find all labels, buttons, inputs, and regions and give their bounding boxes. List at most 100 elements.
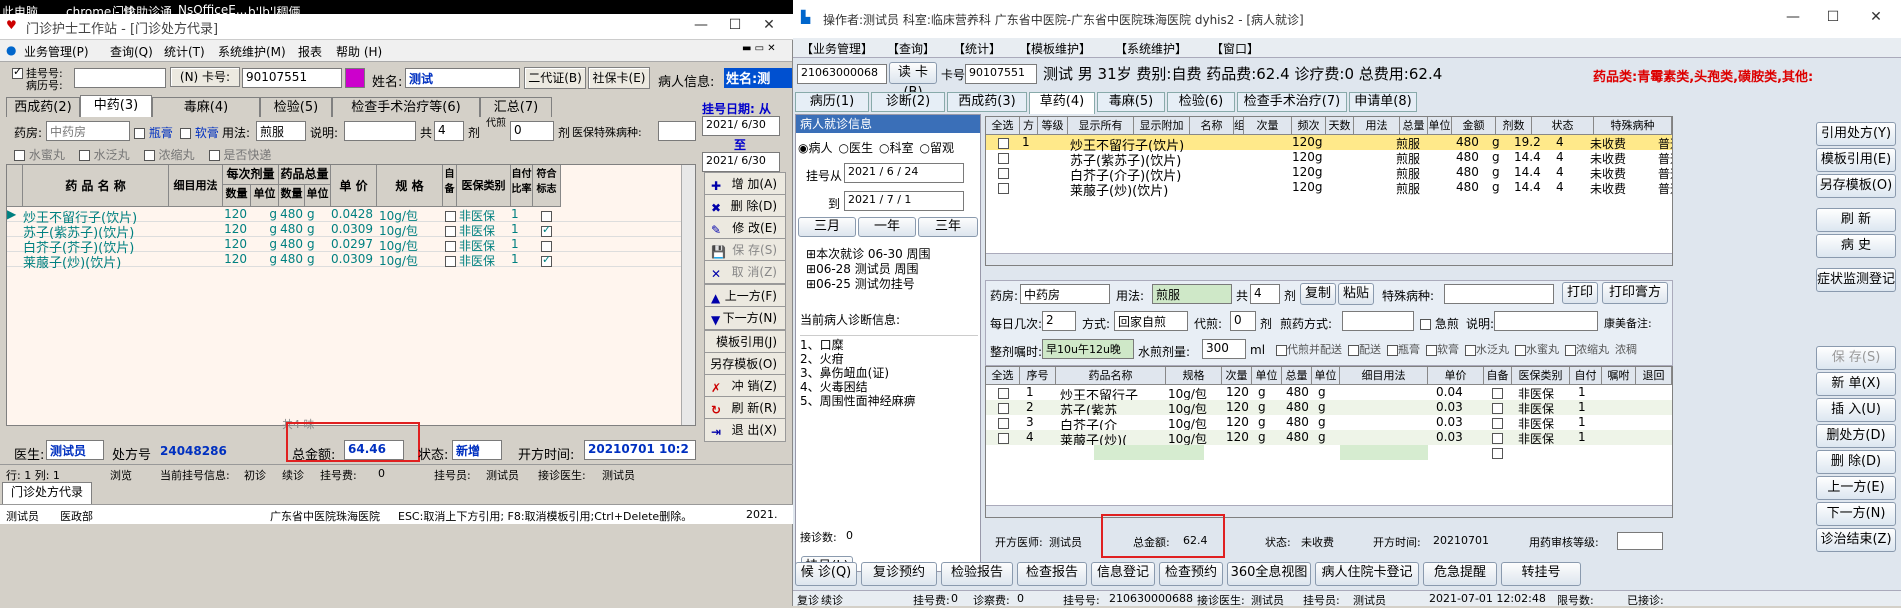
side-button-2[interactable]: 另存模板(O) (1816, 174, 1896, 198)
opt-concentrate[interactable]: 浓缩丸 (143, 146, 195, 163)
opt-water-pill[interactable]: 水泛丸 (78, 146, 130, 163)
flag-checkbox[interactable] (541, 253, 552, 268)
social-card-button[interactable]: 社保卡(E) (588, 67, 650, 89)
card-no-input[interactable]: 90107551 (242, 68, 342, 88)
id-card-button[interactable]: 二代证(B) (524, 67, 586, 89)
opt-soft[interactable]: 软膏 (1426, 341, 1459, 357)
self-checkbox[interactable] (445, 209, 456, 223)
opt-decoct-deliver[interactable]: 代煎并配送 (1276, 341, 1342, 357)
menu-business[interactable]: 业务管理(P) (24, 43, 89, 60)
bottom-button-5[interactable]: 检查预约 (1159, 562, 1223, 586)
table-row[interactable]: 苏子(紫苏子)(饮片) 120 g 480 g 0.0309 10g/包 非医保 1 (7, 222, 681, 241)
read-card-button[interactable]: 读 卡(B) (889, 62, 937, 100)
detail-row[interactable]: 1 炒王不留行子 10g/包 120 g 480 g 0.04 非医保 1 (986, 385, 1672, 404)
tab-1[interactable]: 诊断(2) (871, 92, 945, 112)
menu-help[interactable]: 帮助 (H) (336, 43, 382, 60)
close-icon[interactable]: ✕ (754, 17, 784, 33)
opt-paste[interactable]: 瓶膏 (1387, 341, 1420, 357)
bottom-button-1[interactable]: 复诊预约 (861, 562, 937, 586)
reg-checkbox[interactable] (12, 65, 23, 80)
row-checkbox[interactable] (998, 401, 1009, 415)
radio-patient[interactable]: ◉病人 (798, 139, 833, 156)
to-date[interactable]: 2021 / 7 / 1 (844, 191, 964, 211)
self-checkbox[interactable] (1492, 416, 1503, 430)
tab-0[interactable]: 病历(1) (795, 92, 869, 112)
side-button-5[interactable]: 症状监测登记 (1816, 268, 1896, 292)
tab-6[interactable]: 检查手术治疗(7) (1237, 92, 1347, 112)
row-checkbox[interactable] (998, 431, 1009, 445)
table-row[interactable]: 白芥子(芥子)(饮片) 120 g 480 g 0.0297 10g/包 非医保 1 (7, 237, 681, 256)
note-input[interactable] (344, 121, 416, 141)
side-button-4[interactable]: 病 史 (1816, 234, 1896, 258)
range-3y[interactable]: 三年 (918, 217, 978, 237)
reg-no-input[interactable]: 21063000068 (797, 64, 887, 84)
opt-water-honey[interactable]: 水蜜丸 (14, 146, 65, 163)
visit-item[interactable]: ⊞06-28 测试员 周围 (806, 262, 931, 277)
side-button-8[interactable]: 插 入(U) (1816, 398, 1896, 422)
top-row[interactable]: 1炒王不留行子(饮片)120g煎服480g19.24未收费普通待遇 (986, 135, 1672, 154)
empty-usage-cell[interactable] (1340, 445, 1428, 460)
top-row[interactable]: 苏子(紫苏子)(饮片)120g煎服480g14.44未收费普通待遇 (986, 150, 1672, 169)
self-checkbox[interactable] (445, 254, 456, 268)
menu-query[interactable]: 查询(Q) (110, 43, 153, 60)
close-icon[interactable]: ✕ (1861, 9, 1891, 25)
side-button-9[interactable]: ✗ 冲 销(Z) (704, 374, 786, 398)
tab-lab[interactable]: 检验(5) (260, 97, 332, 117)
bottom-button-9[interactable]: 转挂号 (1501, 562, 1581, 586)
total-input[interactable]: 4 (1250, 284, 1280, 304)
minimize-icon[interactable]: — (1778, 9, 1808, 25)
tab-2[interactable]: 西成药(3) (947, 92, 1027, 112)
visit-item[interactable]: ⊞本次就诊 06-30 周围 (806, 247, 931, 262)
side-button-10[interactable]: ↻ 刷 新(R) (704, 396, 786, 420)
name-input[interactable]: 测试 (405, 68, 520, 88)
audit-input[interactable] (1617, 532, 1663, 550)
method-select[interactable]: 回家自煎 (1114, 311, 1188, 331)
side-button-0[interactable]: 引用处方(Y) (1816, 122, 1896, 146)
opt-deliver[interactable]: 配送 (1348, 341, 1381, 357)
copy-button[interactable]: 复制 (1300, 283, 1336, 305)
water-input[interactable]: 300 (1202, 339, 1246, 359)
tab-4[interactable]: 毒麻(5) (1097, 92, 1165, 112)
tab-western[interactable]: 西成药(2) (6, 97, 80, 117)
side-button-13[interactable]: 诊治结束(Z) (1816, 528, 1896, 552)
dict2-checkbox[interactable]: 软膏 (180, 124, 219, 141)
bottom-button-2[interactable]: 检验报告 (941, 562, 1013, 586)
self-checkbox[interactable] (1492, 401, 1503, 415)
side-button-2[interactable]: ✎ 修 改(E) (704, 216, 786, 240)
total-dose-input[interactable]: 4 (434, 121, 464, 141)
row-checkbox[interactable] (998, 181, 1009, 195)
date-from[interactable]: 2021/ 6/30 (702, 116, 780, 136)
side-button-0[interactable]: ✚ 增 加(A) (704, 172, 786, 196)
pharmacy-select[interactable]: 中药房 (1020, 284, 1110, 304)
print-rx-button[interactable]: 打印膏方 (1602, 282, 1668, 304)
usage-input[interactable]: 煎服 (1152, 284, 1232, 304)
reg-no-input[interactable] (74, 68, 166, 88)
dict1-checkbox[interactable]: 瓶膏 (134, 124, 173, 141)
tab-7[interactable]: 申请单(8) (1349, 92, 1417, 112)
row-checkbox[interactable] (998, 386, 1009, 400)
date-to[interactable]: 2021/ 6/30 (702, 152, 780, 172)
flag-checkbox[interactable] (541, 223, 552, 238)
row-checkbox[interactable] (998, 136, 1009, 150)
table-row[interactable]: ▶ 炒王不留行子(饮片) 120 g 480 g 0.0428 10g/包 非医保 1 (7, 207, 681, 226)
mdi-controls-icon[interactable]: ▬ ▭ ✕ (742, 43, 776, 54)
side-button-6[interactable]: ▼ 下一方(N) (704, 306, 786, 330)
row-checkbox[interactable] (998, 166, 1009, 180)
top-row[interactable]: 莱菔子(炒)(饮片) 120g 煎服 480 g 14.4 4 未收费 普通待遇 (986, 180, 1672, 199)
side-button-4[interactable]: ✕ 取 消(Z) (704, 260, 786, 284)
drug-detail-grid[interactable]: 全选 序号 药品名称 规格 次量 单位 总量 单位 细目用法 单价 自备 医保类别 自付 嘱咐 退回 1 炒王… (985, 366, 1673, 518)
row-checkbox[interactable] (998, 416, 1009, 430)
note-input[interactable] (1494, 311, 1598, 331)
card-reader-icon[interactable] (345, 68, 365, 88)
top-col-0[interactable]: 全选 (986, 117, 1020, 135)
opt-honey-pill[interactable]: 水蜜丸 (1515, 341, 1559, 357)
side-button-6[interactable]: 保 存(S) (1816, 346, 1896, 370)
row-checkbox[interactable] (998, 151, 1009, 165)
bottom-button-8[interactable]: 危急提醒 (1423, 562, 1497, 586)
side-button-11[interactable]: 上一方(E) (1816, 476, 1896, 500)
side-button-7[interactable]: 模板引用(J) (704, 330, 786, 354)
menu-stats[interactable]: 【统计】 (953, 40, 1001, 57)
self-checkbox[interactable] (1492, 386, 1503, 400)
bottom-button-3[interactable]: 检查报告 (1017, 562, 1087, 586)
bottom-button-7[interactable]: 病人住院卡登记 (1315, 562, 1419, 586)
